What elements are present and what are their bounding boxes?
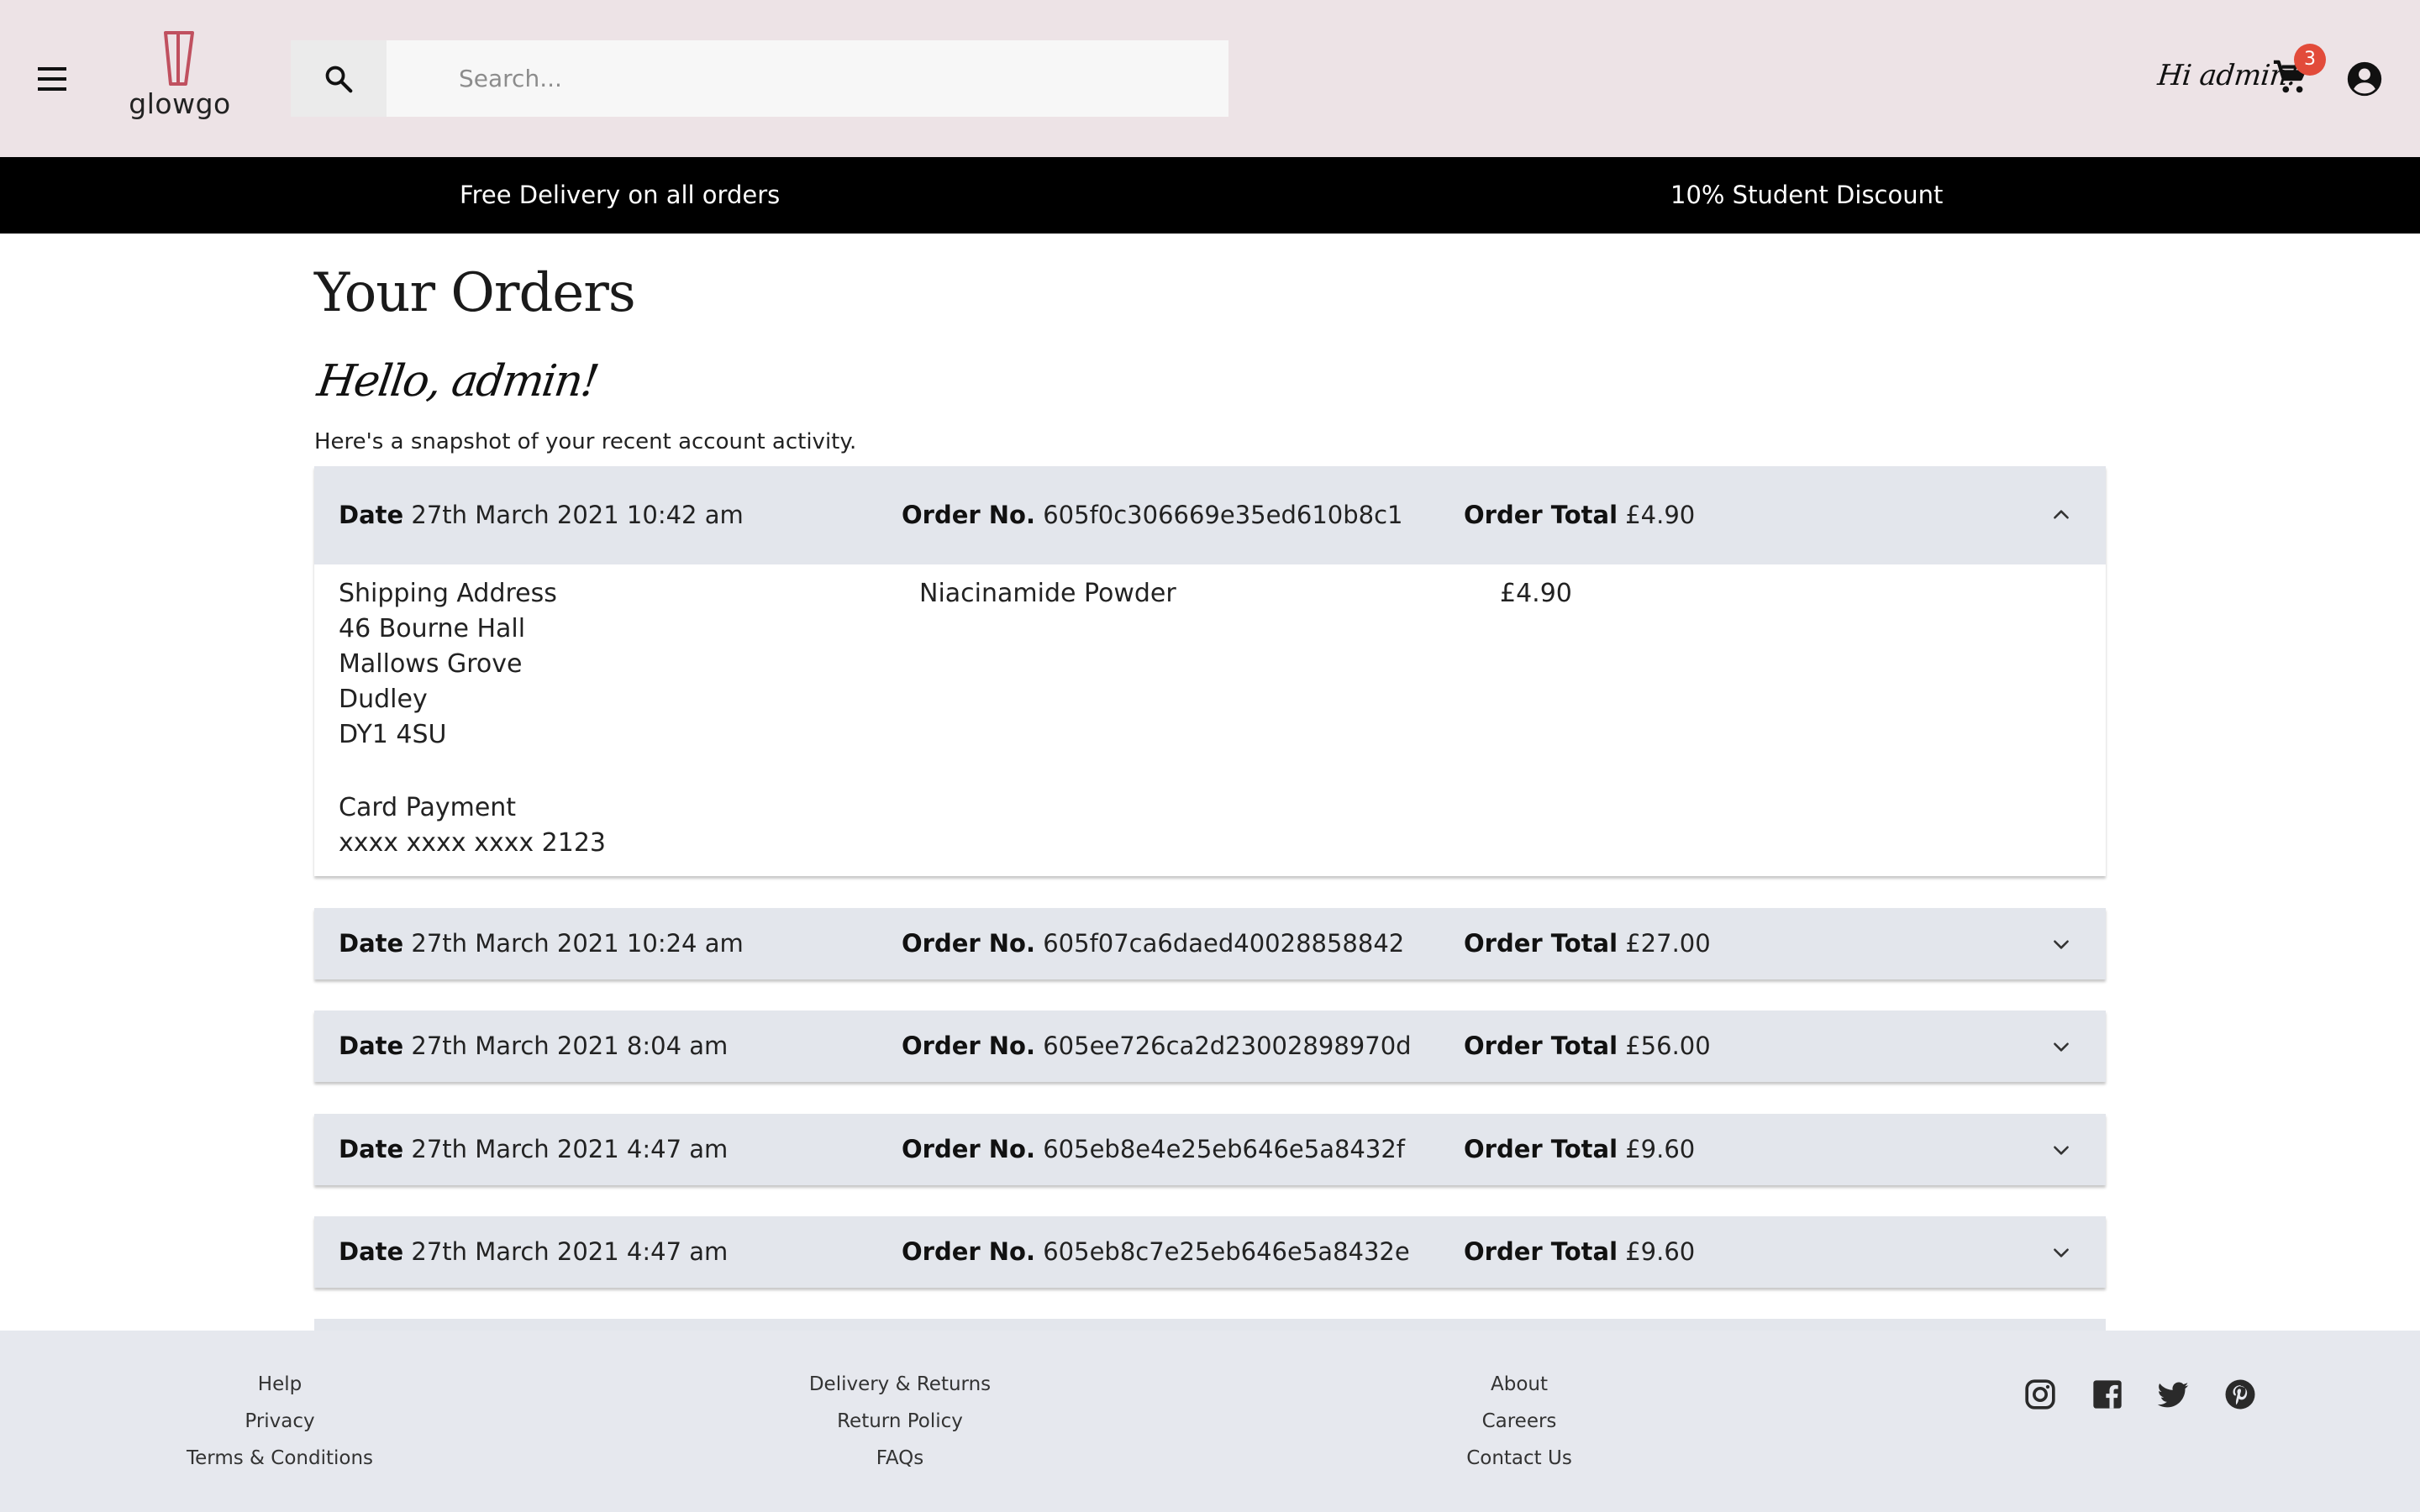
chevron-down-icon[interactable] xyxy=(2050,1036,2072,1058)
order-date: Date 27th March 2021 10:42 am xyxy=(339,501,744,529)
order-header[interactable]: Date 27th March 2021 10:42 am Order No. … xyxy=(314,466,2106,564)
promo-student-discount: 10% Student Discount xyxy=(1670,181,1944,209)
order-number: Order No. 605ee726ca2d23002898970d xyxy=(902,1032,1412,1060)
search-input[interactable] xyxy=(387,40,1228,117)
address-line: 46 Bourne Hall xyxy=(339,614,526,643)
order-card: Date 27th March 2021 10:24 am Order No. … xyxy=(314,908,2106,979)
order-total: Order Total £27.00 xyxy=(1464,929,1711,958)
cart-count-badge: 3 xyxy=(2294,44,2326,76)
chevron-up-icon[interactable] xyxy=(2050,504,2072,526)
menu-icon[interactable] xyxy=(35,64,71,94)
chevron-down-icon[interactable] xyxy=(2050,1242,2072,1263)
hello-heading: Hello, admin! xyxy=(314,356,601,407)
chevron-down-icon[interactable] xyxy=(2050,933,2072,955)
shipping-address: Shipping Address 46 Bourne Hall Mallows … xyxy=(339,576,557,753)
footer-link-privacy[interactable]: Privacy xyxy=(154,1410,406,1432)
payment-info: Card Payment xxxx xxxx xxxx 2123 xyxy=(339,790,606,861)
footer-link-contact[interactable]: Contact Us xyxy=(1393,1447,1645,1469)
site-footer: Help Privacy Terms & Conditions Delivery… xyxy=(0,1331,2420,1512)
order-card: Date 27th March 2021 8:04 am Order No. 6… xyxy=(314,1011,2106,1082)
facebook-icon[interactable] xyxy=(2091,1378,2124,1411)
order-total: Order Total £56.00 xyxy=(1464,1032,1711,1060)
pinterest-icon[interactable] xyxy=(2223,1378,2257,1411)
instagram-icon[interactable] xyxy=(2023,1378,2057,1411)
promo-free-delivery: Free Delivery on all orders xyxy=(460,181,781,209)
order-number: Order No. 605f0c306669e35ed610b8c1 xyxy=(902,501,1403,529)
card-number: xxxx xxxx xxxx 2123 xyxy=(339,828,607,858)
order-number: Order No. 605f07ca6daed40028858842 xyxy=(902,929,1405,958)
shipping-label: Shipping Address xyxy=(339,579,557,608)
chevron-down-icon[interactable] xyxy=(2050,1139,2072,1161)
footer-link-careers[interactable]: Careers xyxy=(1393,1410,1645,1432)
order-header[interactable]: Date 27th March 2021 4:47 am Order No. 6… xyxy=(314,1114,2106,1185)
order-date: Date 27th March 2021 4:47 am xyxy=(339,1237,729,1266)
footer-link-help[interactable]: Help xyxy=(154,1373,406,1395)
footer-link-faqs[interactable]: FAQs xyxy=(774,1447,1026,1469)
footer-link-terms[interactable]: Terms & Conditions xyxy=(154,1447,406,1469)
order-total: Order Total £9.60 xyxy=(1464,1135,1696,1163)
footer-link-delivery-returns[interactable]: Delivery & Returns xyxy=(774,1373,1026,1395)
intro-text: Here's a snapshot of your recent account… xyxy=(314,429,857,454)
order-total: Order Total £4.90 xyxy=(1464,501,1696,529)
order-card: Date 27th March 2021 4:47 am Order No. 6… xyxy=(314,1114,2106,1185)
footer-link-return-policy[interactable]: Return Policy xyxy=(774,1410,1026,1432)
site-header: glowgo Hi admin! 3 xyxy=(0,0,2420,157)
order-header[interactable]: Date 27th March 2021 10:24 am Order No. … xyxy=(314,908,2106,979)
order-card: Date 27th March 2021 10:42 am Order No. … xyxy=(314,466,2106,876)
order-number: Order No. 605eb8c7e25eb646e5a8432e xyxy=(902,1237,1410,1266)
order-date: Date 27th March 2021 8:04 am xyxy=(339,1032,729,1060)
footer-link-about[interactable]: About xyxy=(1393,1373,1645,1395)
logo[interactable]: glowgo xyxy=(128,30,232,128)
payment-label: Card Payment xyxy=(339,793,517,822)
order-number: Order No. 605eb8e4e25eb646e5a8432f xyxy=(902,1135,1405,1163)
order-date: Date 27th March 2021 10:24 am xyxy=(339,929,744,958)
item-name: Niacinamide Powder xyxy=(919,579,1176,608)
promo-bar: Free Delivery on all orders 10% Student … xyxy=(0,157,2420,234)
order-total: Order Total £9.60 xyxy=(1464,1237,1696,1266)
address-line: Dudley xyxy=(339,685,428,714)
address-line: DY1 4SU xyxy=(339,720,447,749)
twitter-icon[interactable] xyxy=(2156,1378,2190,1411)
account-icon[interactable] xyxy=(2346,60,2383,97)
order-card-partial xyxy=(314,1319,2106,1331)
item-price: £4.90 xyxy=(1500,579,1572,608)
order-card: Date 27th March 2021 4:47 am Order No. 6… xyxy=(314,1216,2106,1288)
logo-glass-icon xyxy=(164,31,194,86)
order-header[interactable]: Date 27th March 2021 8:04 am Order No. 6… xyxy=(314,1011,2106,1082)
page-title: Your Orders xyxy=(314,262,636,324)
search-bar xyxy=(291,40,1228,117)
logo-text: glowgo xyxy=(129,87,231,120)
order-header[interactable]: Date 27th March 2021 4:47 am Order No. 6… xyxy=(314,1216,2106,1288)
order-date: Date 27th March 2021 4:47 am xyxy=(339,1135,729,1163)
search-icon xyxy=(325,66,353,92)
address-line: Mallows Grove xyxy=(339,649,523,679)
search-button[interactable] xyxy=(291,40,387,117)
order-details: Shipping Address 46 Bourne Hall Mallows … xyxy=(314,564,2106,876)
